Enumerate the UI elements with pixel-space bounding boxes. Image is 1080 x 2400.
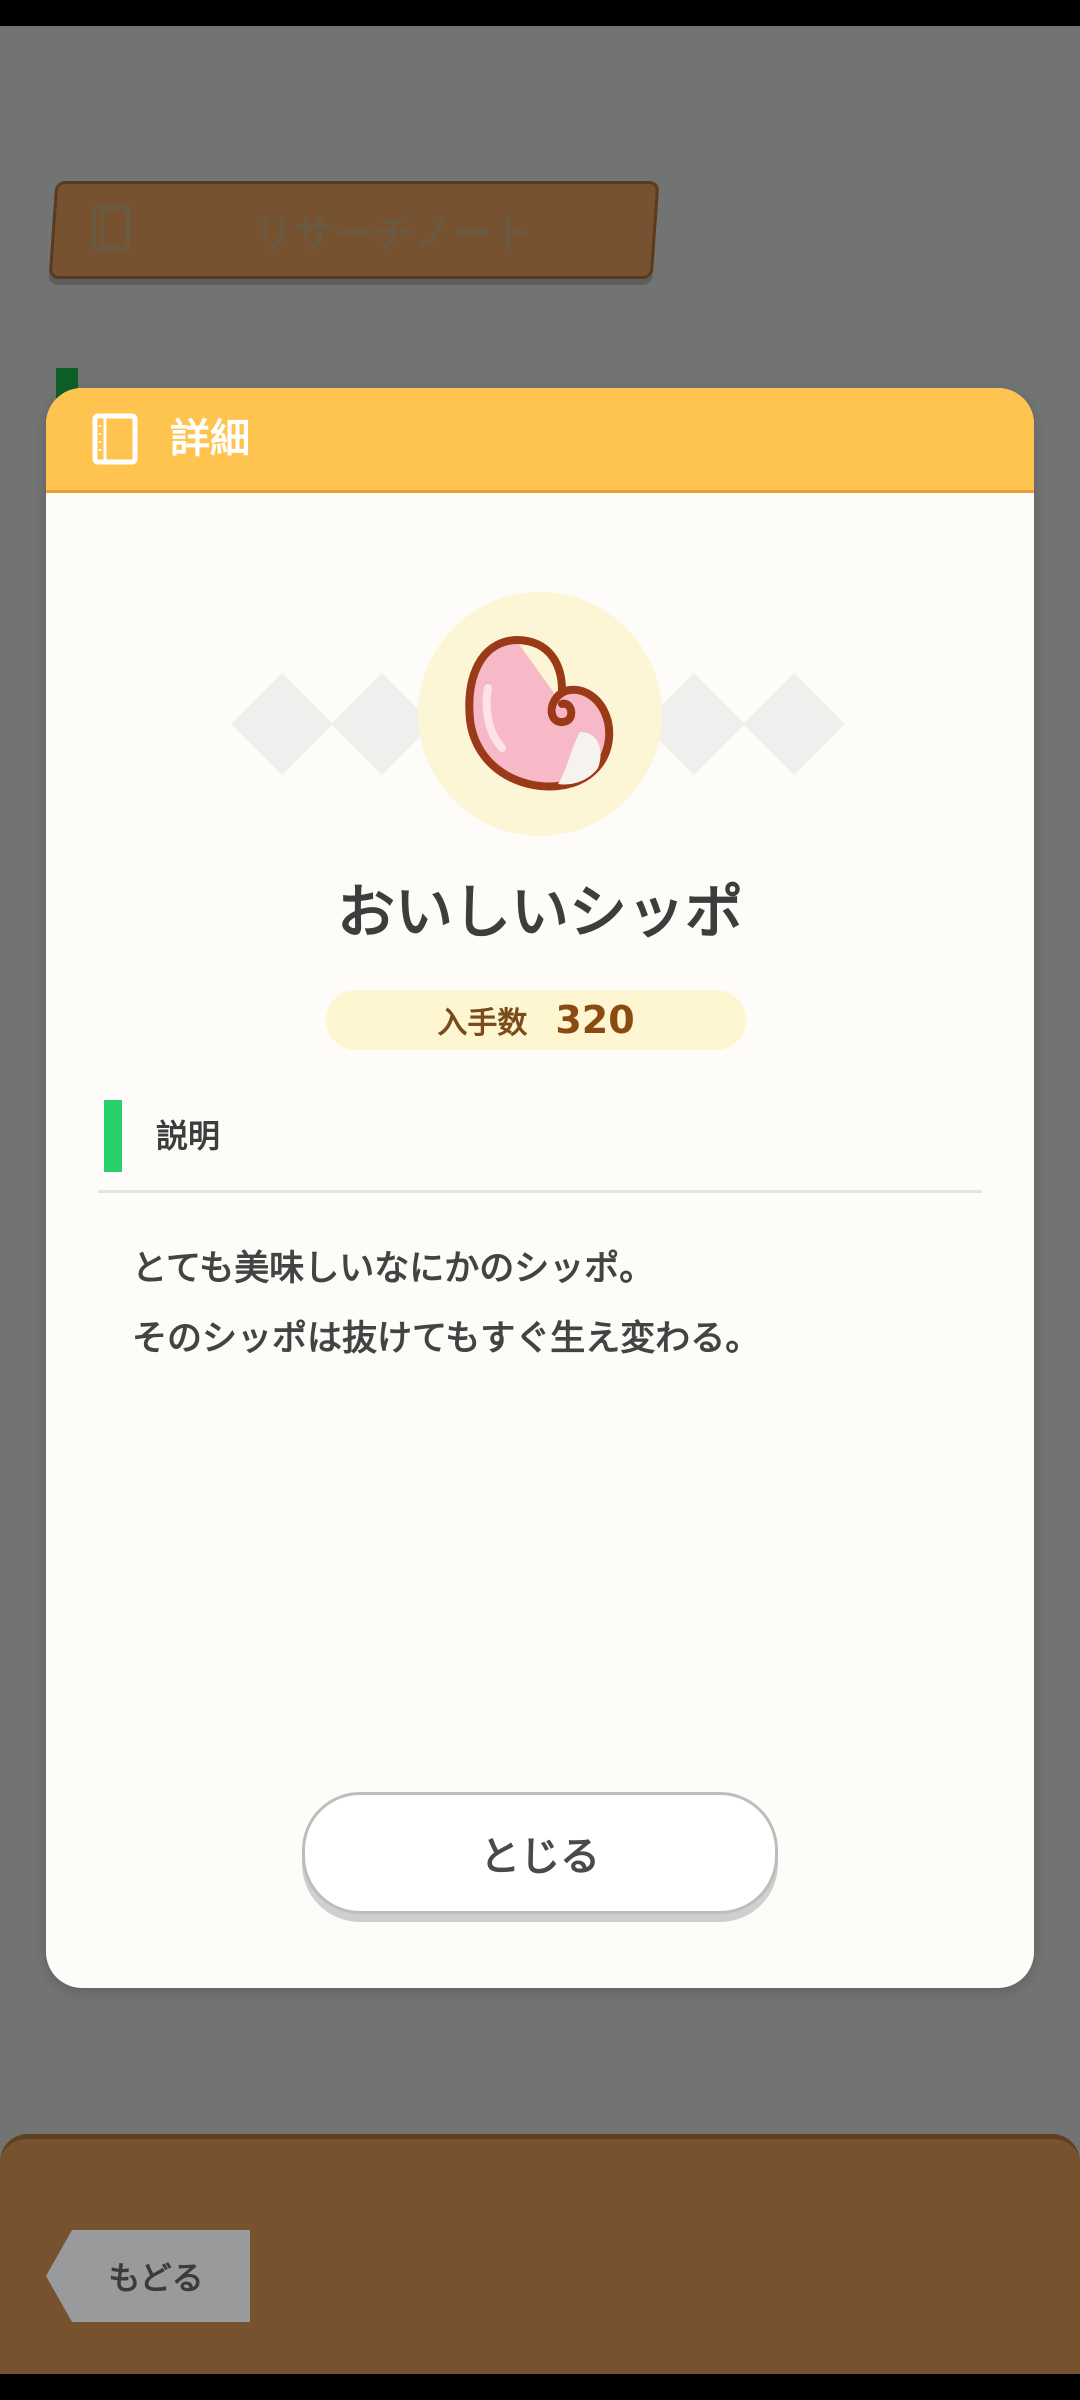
back-button[interactable]: もどる <box>46 2230 250 2322</box>
status-bar <box>0 0 1080 26</box>
close-button[interactable]: とじる <box>302 1792 778 1914</box>
count-value: 320 <box>555 998 635 1042</box>
dialog-header: 詳細 <box>46 388 1034 493</box>
section-divider <box>98 1190 982 1193</box>
section-heading: 説明 <box>156 1117 221 1155</box>
section-accent-bar <box>104 1100 122 1172</box>
description-line: とても美味しいなにかのシッポ。 <box>132 1249 655 1289</box>
research-note-tab: リサーチノート <box>48 181 660 279</box>
decor-diamond <box>743 673 845 775</box>
dialog-title: 詳細 <box>170 416 250 462</box>
notebook-icon <box>92 413 138 465</box>
detail-dialog: 詳細 おいしいシッポ 入手数 320 説明 とても美味しいなにかのシッポ。 その… <box>46 388 1034 1988</box>
obtained-count-badge: 入手数 320 <box>326 990 746 1050</box>
item-name: おいしいシッポ <box>336 878 743 946</box>
item-description: とても美味しいなにかのシッポ。 そのシッポは抜けてもすぐ生え変わる。 <box>132 1234 952 1374</box>
tail-icon <box>465 636 614 791</box>
count-label: 入手数 <box>437 1006 528 1041</box>
description-line: そのシッポは抜けてもすぐ生え変わる。 <box>132 1319 761 1359</box>
decor-diamond <box>231 673 333 775</box>
research-note-label: リサーチノート <box>254 211 534 256</box>
navigation-bar <box>0 2374 1080 2400</box>
